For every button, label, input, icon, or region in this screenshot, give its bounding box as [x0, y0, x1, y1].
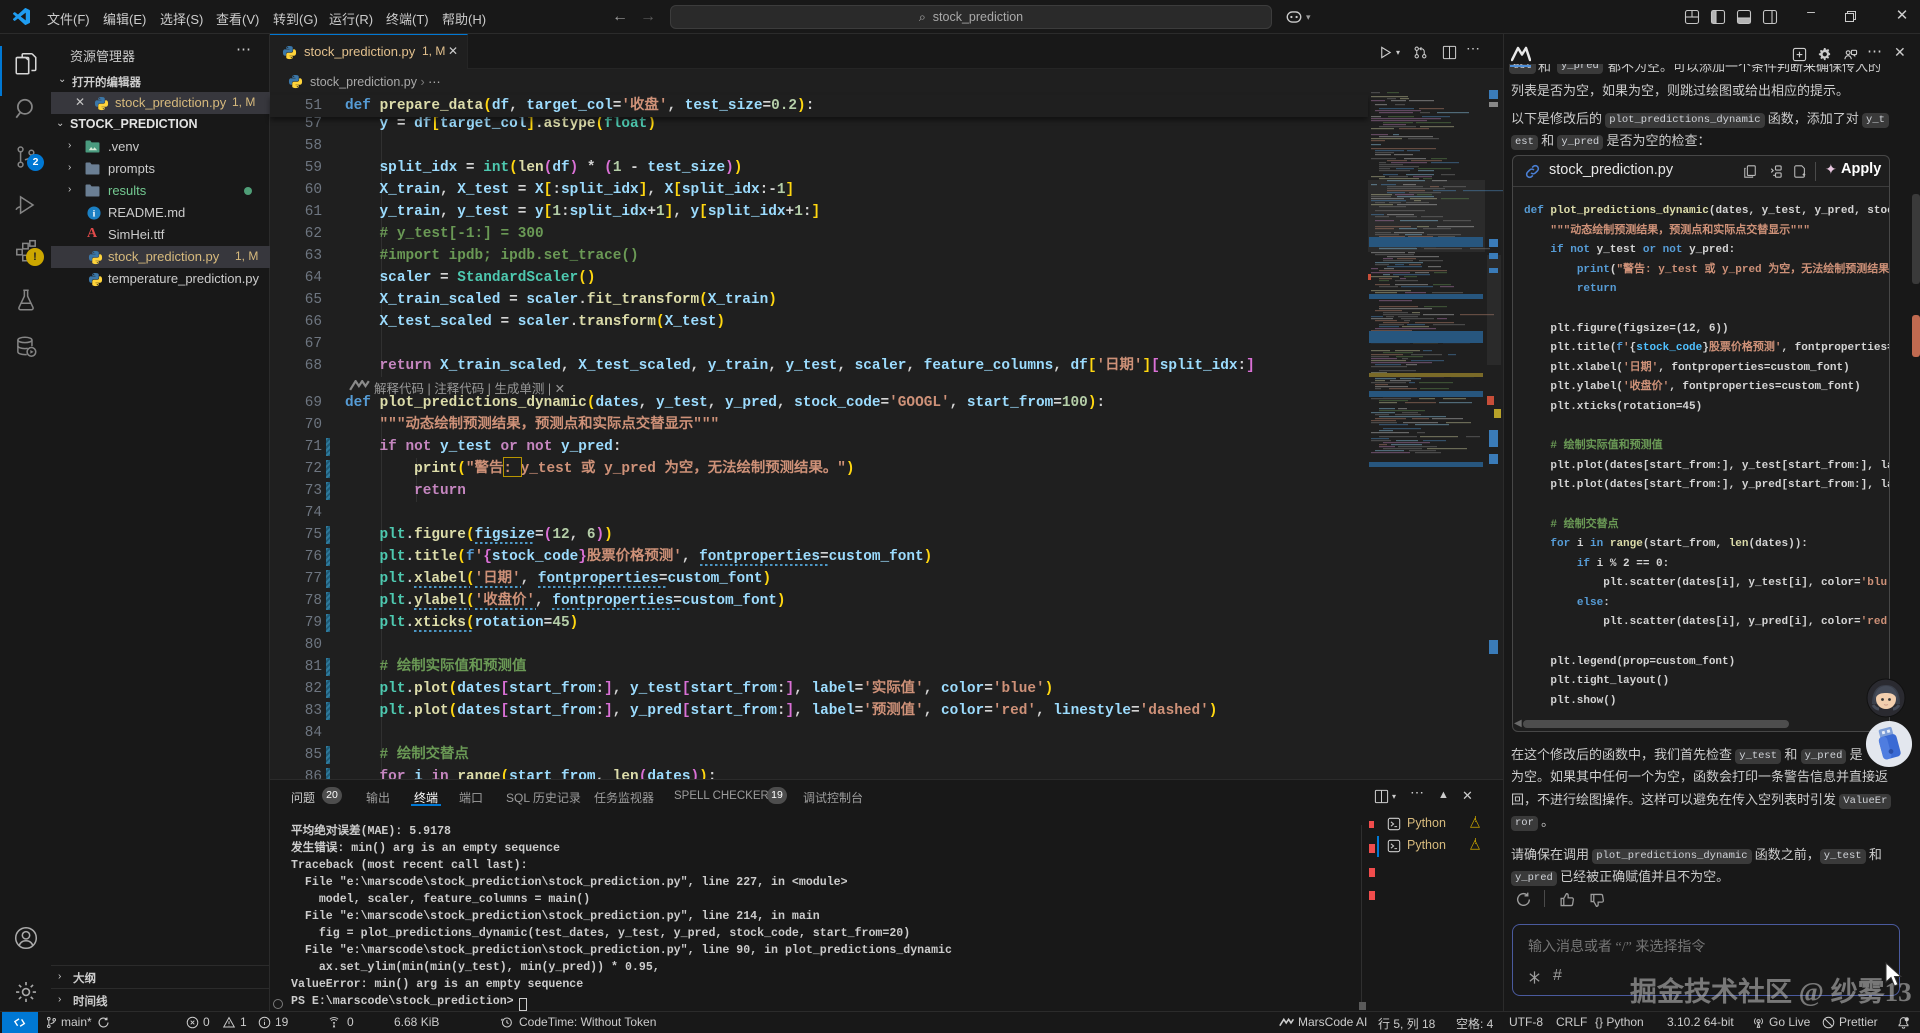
svg-text:i: i — [93, 209, 96, 220]
